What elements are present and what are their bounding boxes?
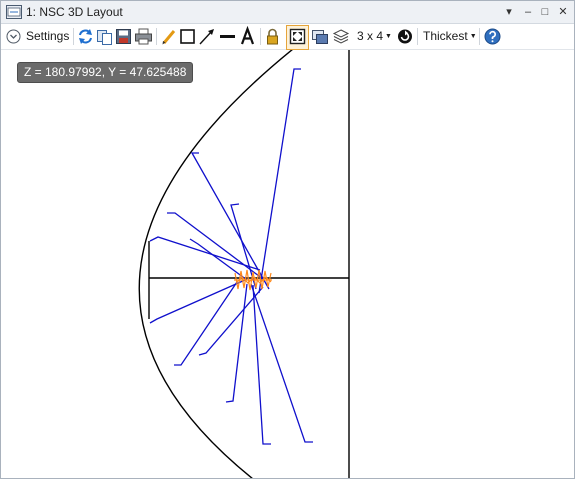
- draw-pencil-button[interactable]: [160, 26, 177, 47]
- pencil-icon: [162, 30, 176, 45]
- coordinate-readout: Z = 180.97992, Y = 47.625488: [17, 62, 194, 83]
- settings-toggle-icon: [6, 29, 21, 44]
- lock-icon: [267, 28, 278, 45]
- toolbar-separator: [73, 28, 74, 45]
- minimize-button[interactable]: –: [519, 3, 537, 21]
- parabolic-mirror-profile: [138, 48, 294, 480]
- ray-path: [149, 279, 246, 324]
- draw-text-button[interactable]: [239, 26, 256, 47]
- layer-window-icon: [312, 30, 328, 44]
- save-icon: [116, 29, 131, 44]
- ray-path: [252, 284, 271, 445]
- nsc-3d-layout-window: 1: NSC 3D Layout ▾ – □ ✕ Settings 3 x 4 …: [0, 0, 575, 480]
- print-button[interactable]: [134, 26, 153, 47]
- ray-bundle: [149, 68, 313, 445]
- help-icon: [484, 28, 501, 45]
- window-title: 1: NSC 3D Layout: [26, 5, 123, 19]
- chevron-down-icon: ▼: [385, 33, 392, 41]
- settings-button[interactable]: Settings: [6, 26, 70, 47]
- layout-drawing: [138, 48, 350, 480]
- toolbar-separator: [156, 28, 157, 45]
- lock-button[interactable]: [264, 26, 281, 47]
- ray-path: [250, 283, 313, 443]
- refresh-button[interactable]: [77, 26, 94, 47]
- refresh-icon: [79, 29, 92, 44]
- stack-layers-button[interactable]: [332, 26, 350, 47]
- toolbar-separator: [479, 28, 480, 45]
- rotate-button[interactable]: [396, 26, 414, 47]
- help-button[interactable]: [484, 26, 501, 47]
- ray-path: [167, 212, 264, 280]
- layout-window-icon: [6, 5, 22, 19]
- rotate-icon: [398, 29, 412, 44]
- draw-line-button[interactable]: [219, 26, 236, 47]
- arrow-icon: [199, 29, 214, 45]
- fit-window-button[interactable]: [286, 25, 309, 50]
- text-icon: [240, 26, 255, 45]
- title-bar[interactable]: 1: NSC 3D Layout ▾ – □ ✕: [1, 1, 574, 24]
- copy-icon: [97, 30, 112, 45]
- chevron-down-icon: ▼: [469, 33, 477, 41]
- grid-layout-dropdown[interactable]: 3 x 4 ▼: [357, 26, 393, 47]
- print-icon: [135, 28, 152, 45]
- ray-path: [258, 68, 301, 294]
- layout-viewport[interactable]: [1, 48, 574, 480]
- draw-arrow-button[interactable]: [198, 26, 216, 47]
- layer-window-button[interactable]: [311, 26, 329, 47]
- window-menu-button[interactable]: ▾: [500, 3, 518, 21]
- settings-label: Settings: [26, 29, 70, 43]
- toolbar-separator: [417, 28, 418, 45]
- copy-button[interactable]: [96, 26, 113, 47]
- fit-window-icon: [289, 28, 306, 45]
- save-button[interactable]: [115, 26, 132, 47]
- ray-path: [225, 283, 248, 403]
- line-icon: [220, 35, 235, 38]
- draw-rectangle-button[interactable]: [179, 26, 196, 47]
- stack-layers-icon: [332, 29, 350, 44]
- close-button[interactable]: ✕: [554, 3, 572, 21]
- maximize-button[interactable]: □: [536, 3, 554, 21]
- toolbar-separator: [260, 28, 261, 45]
- grid-layout-label: 3 x 4: [357, 29, 384, 43]
- line-thickness-dropdown[interactable]: Thickest ▼: [423, 26, 477, 47]
- ray-path: [149, 236, 261, 271]
- rectangle-icon: [180, 29, 195, 44]
- line-thickness-label: Thickest: [423, 29, 468, 43]
- toolbar: Settings 3 x 4 ▼ Thickest ▼: [1, 24, 574, 50]
